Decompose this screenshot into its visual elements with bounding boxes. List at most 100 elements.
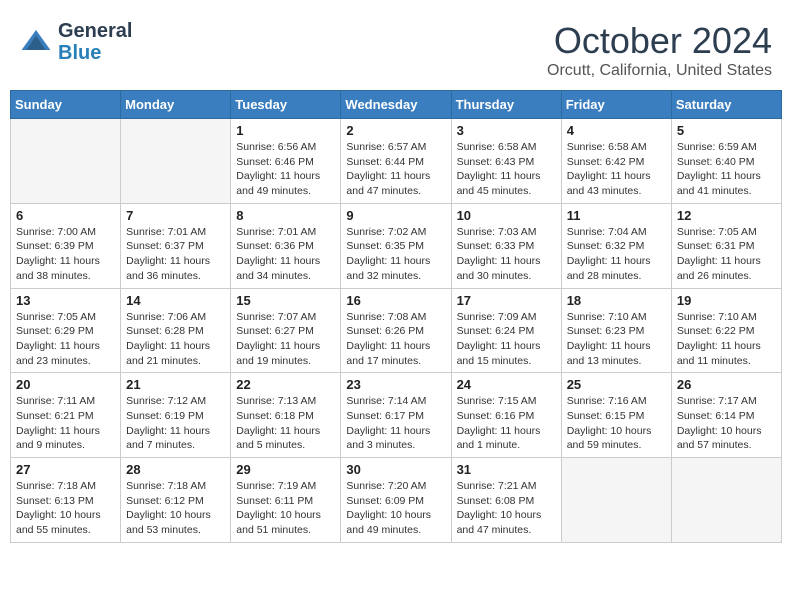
day-info: Sunrise: 7:01 AMSunset: 6:36 PMDaylight:… xyxy=(236,225,335,284)
sunrise-text: Sunrise: 7:01 AM xyxy=(126,226,206,238)
logo-icon xyxy=(20,26,52,58)
sunset-text: Sunset: 6:09 PM xyxy=(346,495,424,507)
daylight-text: Daylight: 11 hours and 21 minutes. xyxy=(126,340,210,367)
day-number: 26 xyxy=(677,377,776,392)
day-number: 27 xyxy=(16,462,115,477)
day-number: 13 xyxy=(16,293,115,308)
sunrise-text: Sunrise: 7:20 AM xyxy=(346,480,426,492)
sunset-text: Sunset: 6:13 PM xyxy=(16,495,94,507)
sunrise-text: Sunrise: 7:05 AM xyxy=(16,311,96,323)
day-info: Sunrise: 7:17 AMSunset: 6:14 PMDaylight:… xyxy=(677,394,776,453)
day-info: Sunrise: 7:18 AMSunset: 6:13 PMDaylight:… xyxy=(16,479,115,538)
weekday-header-friday: Friday xyxy=(561,91,671,119)
daylight-text: Daylight: 10 hours and 59 minutes. xyxy=(567,425,652,452)
calendar-day-cell: 26 Sunrise: 7:17 AMSunset: 6:14 PMDayligh… xyxy=(671,373,781,458)
calendar-day-cell: 1Sunrise: 6:56 AMSunset: 6:46 PMDaylight… xyxy=(231,119,341,204)
sunrise-text: Sunrise: 7:04 AM xyxy=(567,226,647,238)
daylight-text: Daylight: 11 hours and 47 minutes. xyxy=(346,170,430,197)
day-number: 18 xyxy=(567,293,666,308)
day-info: Sunrise: 7:08 AMSunset: 6:26 PMDaylight:… xyxy=(346,310,445,369)
sunset-text: Sunset: 6:36 PM xyxy=(236,240,314,252)
day-number: 23 xyxy=(346,377,445,392)
calendar-day-cell: 21Sunrise: 7:12 AMSunset: 6:19 PMDayligh… xyxy=(121,373,231,458)
day-number: 15 xyxy=(236,293,335,308)
sunset-text: Sunset: 6:46 PM xyxy=(236,156,314,168)
daylight-text: Daylight: 11 hours and 36 minutes. xyxy=(126,255,210,282)
weekday-header-monday: Monday xyxy=(121,91,231,119)
day-info: Sunrise: 7:14 AMSunset: 6:17 PMDaylight:… xyxy=(346,394,445,453)
sunrise-text: Sunrise: 7:16 AM xyxy=(567,395,647,407)
day-info: Sunrise: 7:04 AMSunset: 6:32 PMDaylight:… xyxy=(567,225,666,284)
calendar-day-cell: 27 Sunrise: 7:18 AMSunset: 6:13 PMDayligh… xyxy=(11,458,121,543)
sunset-text: Sunset: 6:23 PM xyxy=(567,325,645,337)
day-info: Sunrise: 7:05 AMSunset: 6:31 PMDaylight:… xyxy=(677,225,776,284)
daylight-text: Daylight: 11 hours and 9 minutes. xyxy=(16,425,100,452)
calendar-day-cell: 14Sunrise: 7:06 AMSunset: 6:28 PMDayligh… xyxy=(121,288,231,373)
sunset-text: Sunset: 6:43 PM xyxy=(457,156,535,168)
sunset-text: Sunset: 6:22 PM xyxy=(677,325,755,337)
calendar-week-row: 13 Sunrise: 7:05 AM Sunset: 6:29 PM Dayligh… xyxy=(11,288,782,373)
day-info: Sunrise: 7:10 AMSunset: 6:23 PMDaylight:… xyxy=(567,310,666,369)
sunset-text: Sunset: 6:35 PM xyxy=(346,240,424,252)
logo-text: General Blue xyxy=(58,20,132,64)
daylight-text: Daylight: 11 hours and 45 minutes. xyxy=(457,170,541,197)
sunset-text: Sunset: 6:28 PM xyxy=(126,325,204,337)
day-number: 2 xyxy=(346,123,445,138)
daylight-text: Daylight: 10 hours and 51 minutes. xyxy=(236,509,321,536)
calendar-day-cell: 30Sunrise: 7:20 AMSunset: 6:09 PMDayligh… xyxy=(341,458,451,543)
daylight-text: Daylight: 11 hours and 5 minutes. xyxy=(236,425,320,452)
sunrise-text: Sunrise: 7:03 AM xyxy=(457,226,537,238)
calendar-day-cell: 31Sunrise: 7:21 AMSunset: 6:08 PMDayligh… xyxy=(451,458,561,543)
daylight-text: Daylight: 11 hours and 43 minutes. xyxy=(567,170,651,197)
sunrise-text: Sunrise: 6:58 AM xyxy=(457,141,537,153)
sunset-text: Sunset: 6:21 PM xyxy=(16,410,94,422)
sunset-text: Sunset: 6:11 PM xyxy=(236,495,313,507)
day-info: Sunrise: 7:11 AMSunset: 6:21 PMDaylight:… xyxy=(16,394,115,453)
sunrise-text: Sunrise: 7:06 AM xyxy=(126,311,206,323)
daylight-text: Daylight: 11 hours and 11 minutes. xyxy=(677,340,761,367)
calendar-day-cell: 8Sunrise: 7:01 AMSunset: 6:36 PMDaylight… xyxy=(231,203,341,288)
daylight-text: Daylight: 11 hours and 38 minutes. xyxy=(16,255,100,282)
day-number: 22 xyxy=(236,377,335,392)
sunset-text: Sunset: 6:31 PM xyxy=(677,240,755,252)
calendar-day-cell: 28Sunrise: 7:18 AMSunset: 6:12 PMDayligh… xyxy=(121,458,231,543)
sunset-text: Sunset: 6:12 PM xyxy=(126,495,204,507)
sunrise-text: Sunrise: 7:13 AM xyxy=(236,395,316,407)
calendar-day-cell xyxy=(561,458,671,543)
logo-general: General xyxy=(58,20,132,42)
day-number: 29 xyxy=(236,462,335,477)
day-info: Sunrise: 7:16 AMSunset: 6:15 PMDaylight:… xyxy=(567,394,666,453)
sunrise-text: Sunrise: 7:14 AM xyxy=(346,395,426,407)
logo: General Blue xyxy=(20,20,132,64)
sunset-text: Sunset: 6:44 PM xyxy=(346,156,424,168)
calendar-day-cell: 10Sunrise: 7:03 AMSunset: 6:33 PMDayligh… xyxy=(451,203,561,288)
header: General Blue October 2024 Orcutt, Califo… xyxy=(10,10,782,85)
sunset-text: Sunset: 6:40 PM xyxy=(677,156,755,168)
sunrise-text: Sunrise: 6:57 AM xyxy=(346,141,426,153)
sunset-text: Sunset: 6:29 PM xyxy=(16,325,94,337)
sunrise-text: Sunrise: 7:15 AM xyxy=(457,395,537,407)
day-number: 21 xyxy=(126,377,225,392)
daylight-text: Daylight: 11 hours and 23 minutes. xyxy=(16,340,100,367)
day-info: Sunrise: 7:07 AMSunset: 6:27 PMDaylight:… xyxy=(236,310,335,369)
weekday-header-wednesday: Wednesday xyxy=(341,91,451,119)
location-title: Orcutt, California, United States xyxy=(547,62,772,80)
sunset-text: Sunset: 6:18 PM xyxy=(236,410,314,422)
daylight-text: Daylight: 10 hours and 53 minutes. xyxy=(126,509,211,536)
sunrise-text: Sunrise: 7:00 AM xyxy=(16,226,96,238)
title-block: October 2024 Orcutt, California, United … xyxy=(547,20,772,80)
sunrise-text: Sunrise: 7:07 AM xyxy=(236,311,316,323)
daylight-text: Daylight: 11 hours and 3 minutes. xyxy=(346,425,430,452)
calendar-day-cell: 11Sunrise: 7:04 AMSunset: 6:32 PMDayligh… xyxy=(561,203,671,288)
weekday-header-sunday: Sunday xyxy=(11,91,121,119)
sunrise-text: Sunrise: 6:56 AM xyxy=(236,141,316,153)
daylight-text: Daylight: 11 hours and 41 minutes. xyxy=(677,170,761,197)
calendar-day-cell: 22 Sunrise: 7:13 AM Sunset: 6:18 PM Dayligh… xyxy=(231,373,341,458)
calendar-day-cell: 9Sunrise: 7:02 AMSunset: 6:35 PMDaylight… xyxy=(341,203,451,288)
day-info: Sunrise: 6:57 AM Sunset: 6:44 PM Daylight:… xyxy=(346,140,445,199)
day-info: Sunrise: 7:03 AMSunset: 6:33 PMDaylight:… xyxy=(457,225,556,284)
day-number: 17 xyxy=(457,293,556,308)
sunrise-text: Sunrise: 7:21 AM xyxy=(457,480,537,492)
calendar-day-cell: 7Sunrise: 7:01 AMSunset: 6:37 PMDaylight… xyxy=(121,203,231,288)
day-number: 24 xyxy=(457,377,556,392)
